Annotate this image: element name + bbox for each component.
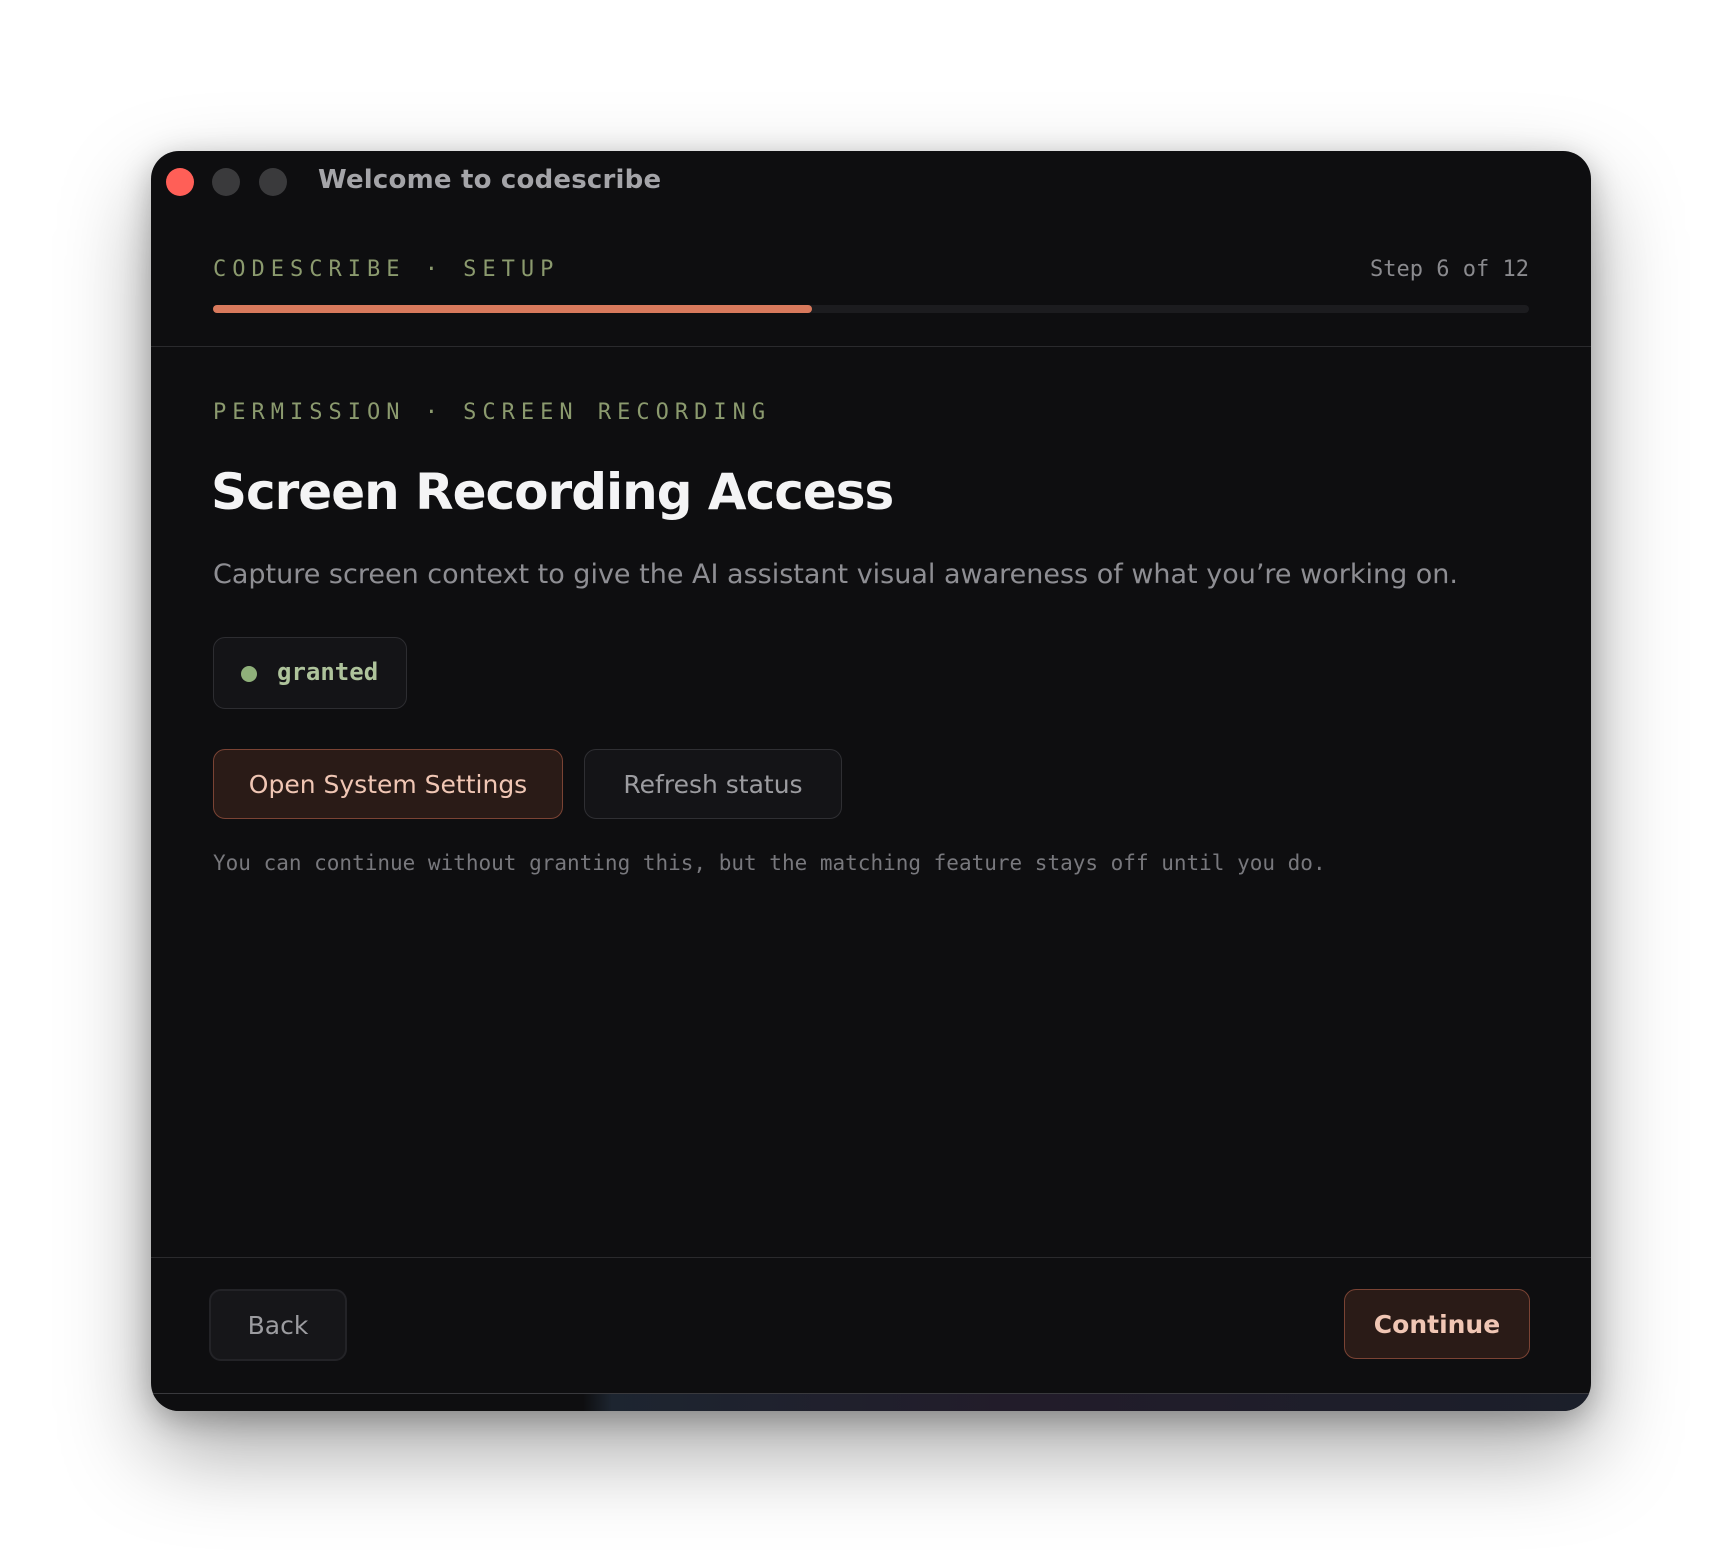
title-bar: Welcome to codescribe	[151, 151, 1591, 213]
page-title: Screen Recording Access	[211, 463, 894, 521]
permission-hint: You can continue without granting this, …	[213, 851, 1326, 875]
setup-window: Welcome to codescribe CODESCRIBE · SETUP…	[151, 151, 1591, 1411]
status-badge: granted	[213, 637, 407, 709]
maximize-window-button[interactable]	[259, 168, 287, 196]
status-text: granted	[277, 658, 379, 686]
step-counter: Step 6 of 12	[1370, 257, 1529, 282]
window-title: Welcome to codescribe	[318, 165, 662, 195]
progress-fill	[213, 305, 812, 313]
back-button[interactable]: Back	[209, 1289, 347, 1361]
header-divider	[151, 346, 1591, 347]
progress-bar	[213, 305, 1529, 313]
desktop-peek-strip	[151, 1394, 1591, 1411]
close-window-button[interactable]	[166, 168, 194, 196]
footer-divider	[151, 1257, 1591, 1258]
setup-kicker: CODESCRIBE · SETUP	[213, 257, 560, 282]
refresh-status-button[interactable]: Refresh status	[584, 749, 842, 819]
permission-kicker: PERMISSION · SCREEN RECORDING	[213, 400, 772, 425]
continue-button[interactable]: Continue	[1344, 1289, 1530, 1359]
open-system-settings-button[interactable]: Open System Settings	[213, 749, 563, 819]
status-dot-icon	[241, 666, 257, 682]
permission-description: Capture screen context to give the AI as…	[213, 559, 1459, 590]
minimize-window-button[interactable]	[212, 168, 240, 196]
